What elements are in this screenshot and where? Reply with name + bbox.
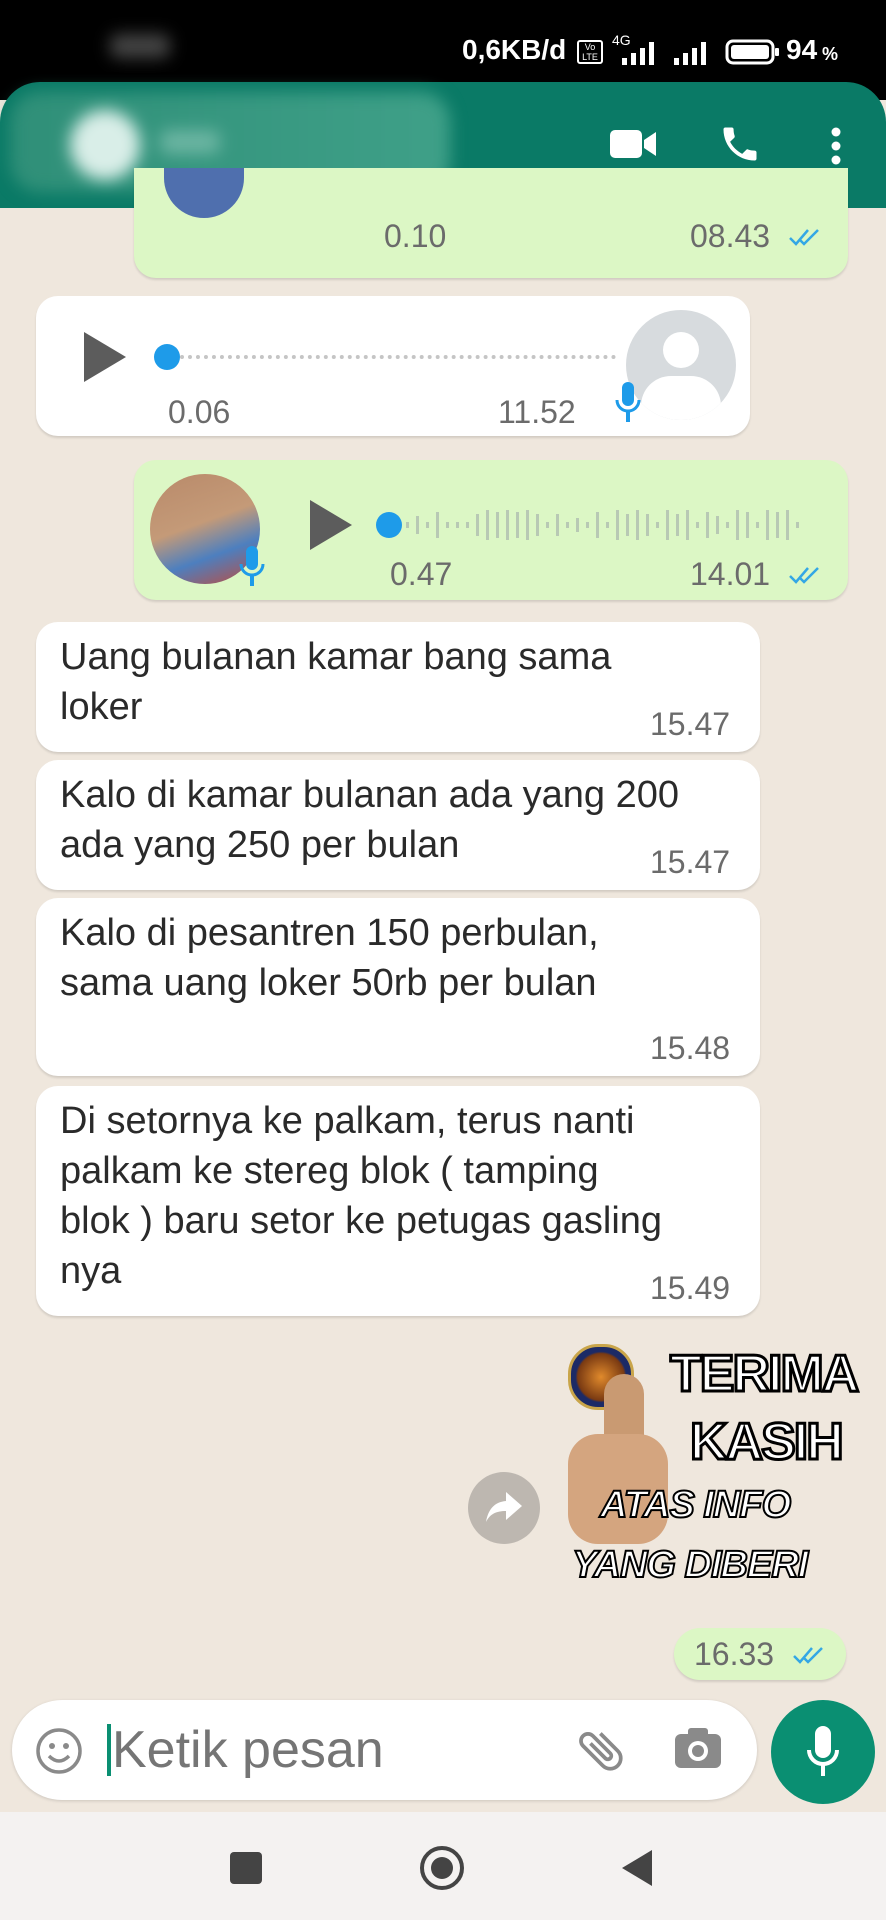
mic-icon (807, 1726, 839, 1776)
voice-message-outgoing[interactable]: 0.47 14.01 (134, 460, 848, 600)
message-text: Uang bulanan kamar bang sama loker (60, 636, 612, 728)
mic-icon (615, 382, 641, 422)
playback-dot[interactable] (154, 344, 180, 370)
signal-icon-2 (674, 42, 706, 65)
text-message-incoming[interactable]: Di setornya ke palkam, terus nanti palka… (36, 1086, 760, 1316)
sticker-line-3: ATAS INFO (599, 1483, 792, 1527)
voice-message-outgoing[interactable]: 0.10 08.43 (134, 168, 848, 278)
read-ticks-icon (789, 229, 819, 246)
voice-position: 0.06 (168, 394, 231, 430)
playback-dot[interactable] (376, 512, 402, 538)
message-time: 15.48 (650, 1030, 731, 1066)
video-call-icon[interactable] (608, 126, 658, 162)
forward-button[interactable] (468, 1472, 540, 1544)
avatar[interactable] (70, 110, 140, 180)
volte-icon: Vo LTE (577, 40, 603, 64)
read-ticks-icon (793, 1647, 823, 1664)
message-time: 14.01 (690, 556, 771, 592)
battery-level: 94 (786, 34, 818, 65)
voice-message-incoming[interactable]: 0.06 11.52 (36, 296, 750, 436)
message-time: 16.33 (694, 1636, 775, 1672)
message-time: 15.47 (650, 706, 731, 742)
contact-name[interactable] (160, 130, 220, 154)
sender-avatar (164, 168, 244, 218)
text-message-incoming[interactable]: Uang bulanan kamar bang sama loker 15.47 (36, 622, 760, 752)
status-clock (110, 34, 170, 58)
signal-icon (622, 42, 654, 65)
sticker-line-4: YANG DIBERI (571, 1543, 809, 1587)
camera-icon[interactable] (672, 1724, 724, 1772)
message-input[interactable] (112, 1718, 552, 1782)
sender-avatar (626, 310, 736, 420)
back-button[interactable] (620, 1848, 656, 1888)
voice-position: 0.47 (390, 556, 453, 592)
text-cursor (107, 1724, 111, 1776)
recents-button[interactable] (230, 1852, 262, 1884)
system-nav-bar (0, 1812, 886, 1920)
message-time: 11.52 (498, 394, 576, 430)
voice-record-button[interactable] (771, 1700, 875, 1804)
play-icon[interactable] (80, 330, 128, 384)
sticker-line-2: KASIH (689, 1412, 846, 1473)
sticker-line-1: TERIMA (668, 1344, 860, 1405)
emoji-icon[interactable] (34, 1726, 84, 1776)
chat-area: 0.10 08.43 0.06 11.52 0.47 14.01 Uang bu… (0, 168, 886, 1688)
battery-unit: % (822, 44, 839, 64)
attachment-icon[interactable] (574, 1722, 630, 1778)
mic-icon (239, 546, 265, 586)
text-message-incoming[interactable]: Kalo di pesantren 150 perbulan, sama uan… (36, 898, 760, 1076)
text-message-incoming[interactable]: Kalo di kamar bulanan ada yang 200 ada y… (36, 760, 760, 890)
phone-icon[interactable] (718, 122, 762, 166)
message-time: 15.47 (650, 844, 731, 880)
playback-track[interactable] (180, 355, 616, 359)
read-ticks-icon (789, 567, 819, 584)
battery-icon (725, 39, 779, 65)
message-time: 08.43 (690, 218, 771, 254)
message-text: Kalo di pesantren 150 perbulan, sama uan… (60, 912, 599, 1004)
network-speed: 0,6KB/d (462, 34, 567, 65)
message-time: 15.49 (650, 1270, 731, 1306)
message-composer (12, 1700, 757, 1800)
waveform (406, 510, 799, 540)
message-text: Kalo di kamar bulanan ada yang 200 ada y… (60, 774, 680, 866)
home-button[interactable] (418, 1844, 466, 1892)
sticker-time-badge: 16.33 (674, 1628, 846, 1680)
forward-icon (486, 1492, 522, 1522)
voice-duration: 0.10 (384, 218, 447, 254)
message-text: Di setornya ke palkam, terus nanti palka… (60, 1100, 663, 1292)
sticker-message[interactable]: TERIMA KASIH ATAS INFO YANG DIBERI (560, 1334, 861, 1634)
play-icon[interactable] (306, 498, 354, 552)
more-vert-icon[interactable] (824, 124, 848, 168)
